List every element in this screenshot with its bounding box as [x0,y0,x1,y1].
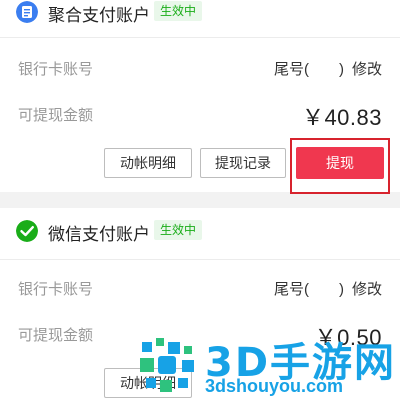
account-title: 微信支付账户 [48,225,150,244]
withdrawable-amount: ￥40.83 [301,105,382,130]
card-tail-number: 尾号( ) [274,281,344,298]
card-header: 微信支付账户 生效中 [0,208,400,260]
card-tail-number: 尾号( ) [274,61,344,78]
watermark-logo-icon [140,338,194,392]
modify-link[interactable]: 修改 [352,58,382,79]
withdrawable-amount-label: 可提现金额 [18,107,94,124]
aggregate-pay-icon [16,1,38,23]
bank-account-label: 银行卡账号 [18,61,94,78]
status-badge: 生效中 [154,1,203,21]
highlight-frame [290,138,390,194]
modify-link[interactable]: 修改 [352,278,382,299]
withdrawable-amount-label: 可提现金额 [18,327,94,344]
withdraw-records-button[interactable]: 提现记录 [200,148,286,178]
transaction-detail-button[interactable]: 动帐明细 [104,148,192,178]
account-title: 聚合支付账户 [48,6,150,25]
card-header: 聚合支付账户 生效中 [0,0,400,38]
status-badge: 生效中 [154,220,203,240]
bank-account-label: 银行卡账号 [18,281,94,298]
watermark-url: 3dshouyou.com [205,376,344,396]
wechat-pay-icon [16,220,38,242]
